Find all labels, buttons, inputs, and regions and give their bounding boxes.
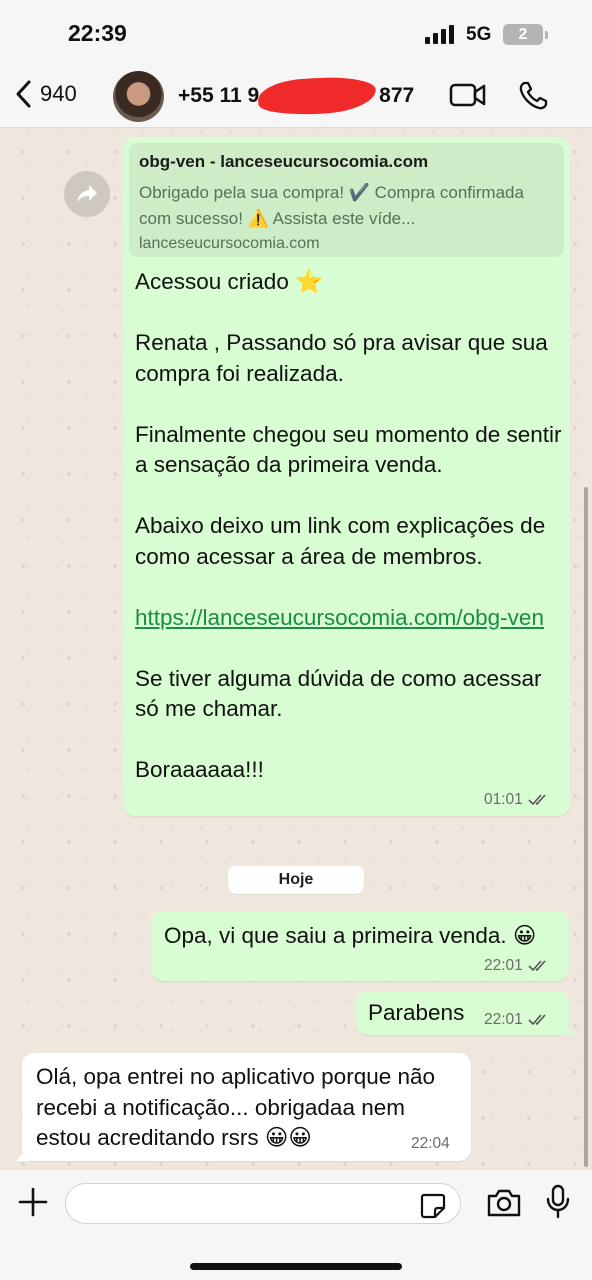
date-separator: Hoje xyxy=(228,866,364,894)
voice-call-button[interactable] xyxy=(517,80,549,117)
message-meta: 01:01 xyxy=(484,791,550,809)
bubble-tail xyxy=(561,1021,575,1035)
scrollbar[interactable] xyxy=(584,487,588,1167)
back-button[interactable]: 940 xyxy=(14,78,77,110)
bubble-tail xyxy=(16,1147,30,1161)
chat-area[interactable]: obg-ven - lanceseucursocomia.com Obrigad… xyxy=(0,129,592,1169)
input-bar xyxy=(0,1169,592,1280)
redaction-scribble xyxy=(256,73,378,119)
forward-button[interactable] xyxy=(64,171,110,217)
avatar[interactable] xyxy=(113,71,164,122)
camera-button[interactable] xyxy=(486,1188,522,1223)
read-receipt-icon xyxy=(528,794,546,806)
message-link[interactable]: https://lanceseucursocomia.com/obg-ven xyxy=(135,603,563,634)
contact-number-start: +55 11 9 xyxy=(178,84,260,107)
message-paragraph: Renata , Passando só pra avisar que sua … xyxy=(135,330,548,386)
home-indicator[interactable] xyxy=(190,1263,402,1270)
battery-icon: 2 xyxy=(503,24,543,45)
camera-icon xyxy=(487,1189,521,1217)
message-text: Acessou criado ⭐ Renata , Passando só pr… xyxy=(135,267,563,786)
link-preview-domain: lanceseucursocomia.com xyxy=(139,235,320,252)
battery-tip xyxy=(545,31,548,39)
message-time: 01:01 xyxy=(484,791,523,808)
status-time: 22:39 xyxy=(68,20,127,46)
microphone-icon xyxy=(546,1184,570,1219)
sticker-icon xyxy=(420,1193,446,1219)
message-text: Opa, vi que saiu a primeira venda. 😀 xyxy=(164,923,537,948)
message-paragraph: Boraaaaaa!!! xyxy=(135,757,264,782)
message-time: 22:01 xyxy=(484,1011,523,1028)
message-bubble-outgoing[interactable]: Opa, vi que saiu a primeira venda. 😀 22:… xyxy=(151,911,569,981)
read-receipt-icon xyxy=(528,960,546,972)
contact-number-end: 877 xyxy=(379,84,415,107)
message-paragraph: Finalmente chegou seu momento de sentir … xyxy=(135,421,562,478)
cellular-signal-icon xyxy=(425,24,454,44)
status-bar: 22:39 5G 2 xyxy=(0,0,592,64)
message-meta: 22:01 xyxy=(484,1011,550,1029)
message-meta: 22:04 xyxy=(411,1135,450,1153)
message-paragraph: Acessou criado ⭐ xyxy=(135,269,324,294)
back-chevron-icon xyxy=(16,80,31,108)
phone-icon xyxy=(519,81,548,110)
message-text: Olá, opa entrei no aplicativo porque não… xyxy=(36,1064,436,1150)
video-call-icon xyxy=(449,83,486,107)
link-preview[interactable]: obg-ven - lanceseucursocomia.com Obrigad… xyxy=(129,143,564,257)
microphone-button[interactable] xyxy=(545,1184,571,1225)
plus-icon xyxy=(18,1187,48,1217)
message-bubble-outgoing[interactable]: obg-ven - lanceseucursocomia.com Obrigad… xyxy=(123,137,570,816)
forward-icon xyxy=(77,185,97,203)
battery-level: 2 xyxy=(518,25,528,43)
message-text: Parabens xyxy=(368,1000,465,1025)
chat-header: 940 +55 11 9 877 xyxy=(0,64,592,128)
message-input[interactable] xyxy=(65,1183,461,1224)
message-time: 22:01 xyxy=(484,957,523,974)
sticker-button[interactable] xyxy=(419,1192,447,1225)
unread-count: 940 xyxy=(40,81,77,106)
message-paragraph: Abaixo deixo um link com explicações de … xyxy=(135,513,546,569)
message-bubble-incoming[interactable]: Olá, opa entrei no aplicativo porque não… xyxy=(16,1053,471,1161)
message-meta: 22:01 xyxy=(484,957,550,975)
read-receipt-icon xyxy=(528,1014,546,1026)
video-call-button[interactable] xyxy=(449,82,487,113)
link-preview-description: Obrigado pela sua compra! ✔️ Compra conf… xyxy=(139,183,524,228)
network-type: 5G xyxy=(466,24,492,45)
attach-button[interactable] xyxy=(16,1185,50,1224)
message-bubble-outgoing[interactable]: Parabens 22:01 xyxy=(355,991,575,1035)
message-paragraph: Se tiver alguma dúvida de como acessar s… xyxy=(135,665,542,722)
link-preview-title: obg-ven - lanceseucursocomia.com xyxy=(139,152,429,171)
message-time: 22:04 xyxy=(411,1135,450,1152)
